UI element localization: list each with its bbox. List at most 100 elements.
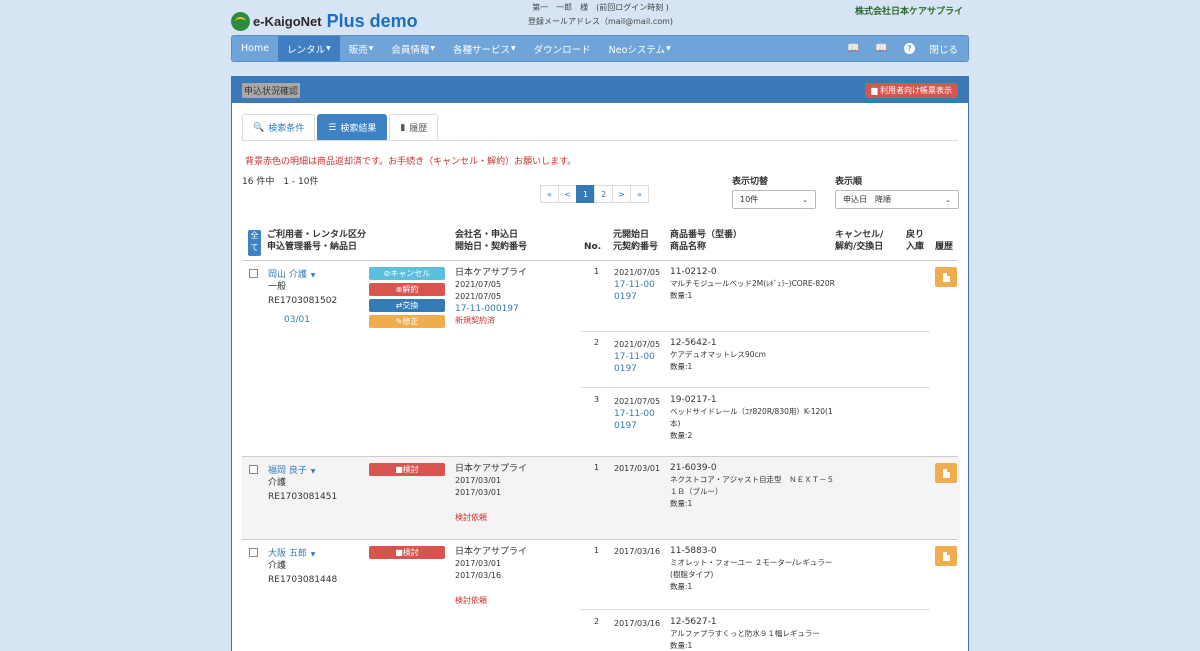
user-login-line: 第一 一郎 様 (前回ログイン時刻 ) (532, 3, 669, 12)
page-1-button[interactable]: 1 (576, 185, 595, 203)
header-return-line1: 戻り (906, 230, 925, 240)
item-no: 1 (594, 546, 600, 555)
nav-neo-system[interactable]: Neoシステム ▼ (600, 36, 680, 61)
header-user: ご利用者・レンタル区分 申込管理番号・納品日 (267, 229, 366, 253)
select-all-button[interactable]: 全て (248, 230, 261, 256)
user-name-link[interactable]: 福岡 良子 ▼ (268, 463, 315, 476)
tab-label: 履歴 (409, 124, 428, 134)
page-last-button[interactable]: » (630, 185, 649, 203)
sort-order-label: 表示順 (835, 177, 863, 187)
document-icon (942, 272, 950, 282)
header-cancel-date: キャンセル/解約/交換日 (835, 229, 883, 253)
nav-rental[interactable]: レンタル ▼ (278, 36, 340, 61)
pagination: « < 1 2 > » (540, 185, 649, 203)
nav-close[interactable]: 閉じる (919, 36, 968, 61)
management-number: RE1703081451 (268, 492, 338, 502)
page-next-button[interactable]: > (612, 185, 631, 203)
terminate-icon: ⊗ (395, 285, 403, 294)
nav-home[interactable]: Home (232, 36, 278, 61)
tab-search-results[interactable]: ☰ 検索結果 (317, 114, 388, 141)
sort-order-select[interactable]: 申込日 降順 ⌄ (835, 190, 959, 209)
display-count-label: 表示切替 (732, 177, 769, 187)
product-code: 12-5642-1 (670, 338, 717, 348)
page-2-button[interactable]: 2 (594, 185, 613, 203)
company-info: 日本ケアサプライ 2021/07/05 2021/07/05 17-11-000… (455, 267, 527, 327)
item-no: 2 (594, 617, 600, 626)
tab-label: 検索結果 (340, 124, 377, 134)
nav-label: ダウンロード (533, 44, 591, 56)
main-navbar: Home レンタル ▼ 販売 ▼ 会員情報 ▼ 各種サービス ▼ ダウンロード Neoシ… (231, 35, 969, 62)
apply-date: 2017/03/01 (455, 559, 502, 568)
nav-services[interactable]: 各種サービス ▼ (444, 36, 525, 61)
pencil-icon: ✎ (395, 317, 403, 326)
product-name: マルチモジュールベッド2M(ﾚｷﾞｭﾗｰ)CORE-820R (670, 279, 835, 288)
start-date: 2017/03/16 (455, 571, 502, 580)
product-name: ベッドサイドレール（ｺｱ820R/830用）K-120(1本) (670, 407, 833, 428)
orig-contract-link[interactable]: 0197 (614, 363, 660, 375)
product-info: 11-5883-0 ミオレット・フォーユー ２モーター/レギュラー(樹脂タイプ) 数… (670, 545, 835, 593)
header-company: 会社名・申込日 開始日・契約番号 (455, 229, 527, 253)
header-orig-start-line2: 元契約番号 (613, 242, 659, 252)
user-name: 大阪 五郎 (268, 549, 307, 559)
status-text: 検討依頼 (455, 596, 487, 605)
history-button[interactable] (935, 546, 957, 566)
orig-contract-link[interactable]: 0197 (614, 420, 660, 432)
header-user-line2: 申込管理番号・納品日 (267, 242, 358, 252)
header-product: 商品番号（型番） 商品名称 (670, 229, 742, 253)
user-name-link[interactable]: 岡山 介護 ▼ (268, 267, 315, 280)
review-button[interactable]: ■ 検討 (369, 463, 445, 476)
table-row: 福岡 良子 ▼ 介護 RE1703081451 ■ 検討 日本ケアサプライ 20… (242, 457, 960, 539)
company-info: 日本ケアサプライ 2017/03/01 2017/03/01 検討依頼 (455, 463, 527, 524)
page-first-button[interactable]: « (540, 185, 559, 203)
page-prev-button[interactable]: < (558, 185, 577, 203)
orig-date: 2021/07/05 (614, 397, 661, 406)
edit-button[interactable]: ✎ 修正 (369, 315, 445, 328)
product-code: 19-0217-1 (670, 395, 717, 405)
contract-number-link[interactable]: 17-11-000197 (455, 303, 527, 315)
user-name-link[interactable]: 大阪 五郎 ▼ (268, 546, 315, 559)
caret-down-icon: ▼ (310, 551, 316, 558)
header-user-line1: ご利用者・レンタル区分 (267, 230, 367, 240)
user-report-button[interactable]: ▆ 利用者向け帳票表示 (865, 82, 958, 98)
cancel-button[interactable]: ⊘ キャンセル (369, 267, 445, 280)
chevron-down-icon: ⌄ (802, 195, 808, 204)
start-date: 2021/07/05 (455, 292, 502, 301)
orig-contract-link[interactable]: 17-11-00 (614, 351, 660, 363)
list-icon: ☰ (328, 122, 337, 133)
orig-date: 2021/07/05 (614, 268, 661, 277)
status-text: 検討依頼 (455, 513, 487, 522)
book-icon[interactable]: 📖 (843, 36, 863, 61)
orig-date: 2017/03/16 (614, 547, 661, 556)
user-report-label: 利用者向け帳票表示 (880, 85, 952, 95)
row-checkbox[interactable] (249, 465, 258, 474)
orig-contract-link[interactable]: 0197 (614, 291, 660, 303)
review-button[interactable]: ■ 検討 (369, 546, 445, 559)
company-name-cell: 日本ケアサプライ (455, 464, 528, 474)
delivery-date-link[interactable]: 03/01 (284, 313, 310, 327)
nav-member-info[interactable]: 会員情報 ▼ (382, 36, 444, 61)
product-info: 12-5642-1 ケアデュオマットレス90cm 数量:1 (670, 337, 835, 373)
book-search-icon[interactable]: 📖 (871, 36, 891, 61)
display-count-select[interactable]: 10件 ⌄ (732, 190, 816, 209)
orig-contract-link[interactable]: 17-11-00 (614, 408, 660, 420)
help-icon[interactable]: ? (899, 36, 919, 61)
item-list: 1 2021/07/05 17-11-00 0197 11-0212-0 マルチモジュ… (580, 261, 930, 456)
row-checkbox[interactable] (249, 548, 258, 557)
history-button[interactable] (935, 267, 957, 287)
history-button[interactable] (935, 463, 957, 483)
product-info: 12-5627-1 アルファプラすくっと防水９１幅レギュラー 数量:1 (670, 616, 835, 651)
terminate-button[interactable]: ⊗ 解約 (369, 283, 445, 296)
apply-date: 2017/03/01 (455, 476, 502, 485)
tab-search-conditions[interactable]: 🔍 検索条件 (242, 114, 316, 141)
nav-sales[interactable]: 販売 ▼ (340, 36, 383, 61)
company-name: 株式会社日本ケアサプライ (854, 7, 963, 17)
row-checkbox[interactable] (249, 269, 258, 278)
nav-download[interactable]: ダウンロード (525, 36, 600, 61)
company-name-cell: 日本ケアサプライ (455, 268, 528, 278)
rental-type: 一般 (268, 282, 287, 292)
orig-contract-link[interactable]: 17-11-00 (614, 279, 660, 291)
exchange-button[interactable]: ⇄ 交換 (369, 299, 445, 312)
nav-label: 会員情報 (391, 44, 430, 56)
orig-info: 2021/07/05 17-11-00 0197 (614, 267, 660, 303)
tab-history[interactable]: ▮ 履歴 (389, 114, 439, 141)
